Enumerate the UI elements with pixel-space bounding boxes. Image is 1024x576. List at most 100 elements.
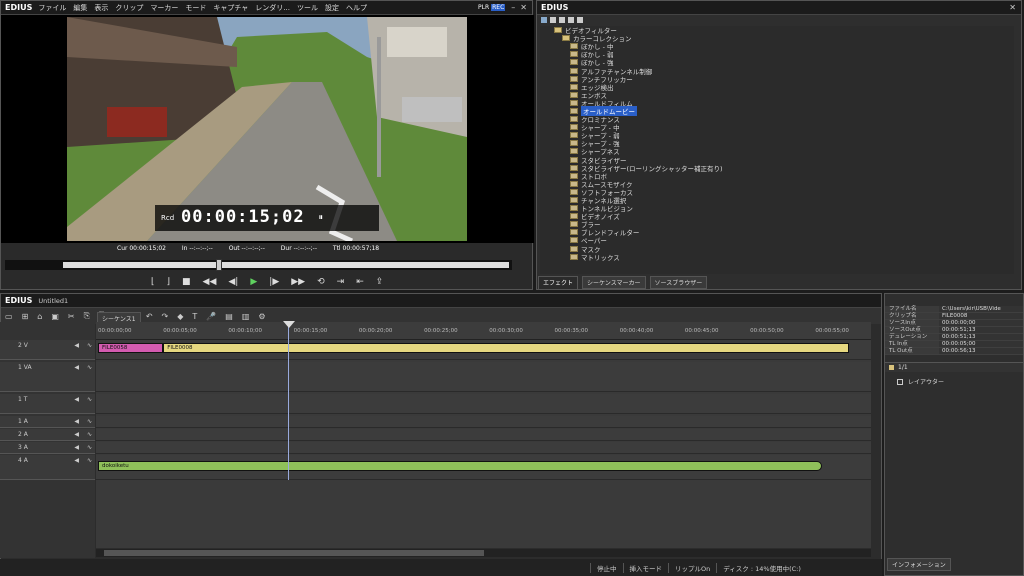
text-icon[interactable] [577,17,583,23]
time-ruler[interactable]: 00:00:00;00 00:00:05;00 00:00:10;00 00:00:1… [96,322,871,340]
speaker-icon[interactable]: ◀ [74,364,79,371]
waveform-icon[interactable]: ∿ [87,444,92,451]
redo-icon[interactable]: ↷ [162,312,169,321]
menu-item[interactable]: 表示 [94,4,108,12]
speaker-icon[interactable]: ◀ [74,418,79,425]
layout-item[interactable]: レイアウター [897,377,944,386]
waveform-icon[interactable]: ∿ [87,457,92,464]
waveform-icon[interactable]: ∿ [87,342,92,349]
mixer-icon[interactable]: ▥ [242,312,250,321]
effect-item[interactable]: マトリックス [540,253,1014,262]
menu-item[interactable]: クリップ [115,4,143,12]
speaker-icon[interactable]: ◀ [74,457,79,464]
step-back-icon[interactable]: ◀| [228,277,238,287]
set-in-icon[interactable]: ⌊ [151,277,155,287]
speaker-icon[interactable]: ◀ [74,444,79,451]
save-icon[interactable]: ▣ [51,312,59,321]
track-lane[interactable] [96,429,871,441]
track-lane[interactable] [96,442,871,454]
track-header[interactable]: 2 V ◀ ∿ [0,340,95,360]
track-lane[interactable] [96,416,871,428]
set-out-icon[interactable]: ⌋ [167,277,171,287]
settings-icon[interactable]: ⚙ [258,312,265,321]
effect-item[interactable]: ブレンドフィルター [540,228,1014,237]
effect-item[interactable]: ペーパー [540,236,1014,245]
overwrite-icon[interactable]: ⇤ [356,277,364,287]
waveform-icon[interactable]: ∿ [87,431,92,438]
effects-tab[interactable]: ソースブラウザー [649,276,708,289]
in-readout: In --:--:--;-- [181,245,213,252]
playhead-icon[interactable] [283,321,295,328]
scrub-bar[interactable] [5,259,512,271]
menu-item[interactable]: マーカー [150,4,178,12]
track-header[interactable]: 3 A ◀ ∿ [0,442,95,454]
insert-icon[interactable]: ⇥ [337,277,345,287]
menu-item[interactable]: モード [185,4,206,12]
menu-item[interactable]: 編集 [73,4,87,12]
close-icon[interactable]: ✕ [1009,3,1016,12]
effect-icon [570,164,578,171]
loop-icon[interactable]: ⟲ [317,277,325,287]
copy-icon[interactable]: ⎘ [84,311,90,321]
menu-item[interactable]: ツール [297,4,318,12]
menu-item[interactable]: ファイル [38,4,66,12]
stop-icon[interactable]: ■ [182,277,191,287]
speaker-icon[interactable]: ◀ [74,396,79,403]
track-header[interactable]: 2 A ◀ ∿ [0,429,95,441]
timeline-clip[interactable]: dokoiketu [98,461,822,471]
track-header[interactable]: 4 A ◀ ∿ [0,455,95,480]
menu-item[interactable]: 設定 [325,4,339,12]
track-header[interactable]: 1 T ◀ ∿ [0,394,95,414]
info-tab[interactable]: インフォメーション [887,558,951,571]
rec-label[interactable]: REC [491,4,506,11]
speaker-icon[interactable]: ◀ [74,342,79,349]
timeline-cursor[interactable] [288,322,289,480]
undo-icon[interactable]: ↶ [146,312,153,321]
effect-item[interactable]: ビデオノイズ [540,212,1014,221]
timeline-clip[interactable]: FILE0058 [98,343,164,353]
ruler-tick: 00:00:10;00 [228,328,262,334]
menu-item[interactable]: キャプチャ [213,4,248,12]
grid-icon[interactable] [559,17,565,23]
timeline-clip[interactable]: FILE0008 [163,343,850,353]
waveform-icon[interactable]: ∿ [87,396,92,403]
track-lane[interactable] [96,394,871,414]
menu-item[interactable]: ヘルプ [346,4,367,12]
timeline-scrollbar[interactable] [96,549,871,557]
track-header[interactable]: 1 A ◀ ∿ [0,416,95,428]
fast-forward-icon[interactable]: ▶▶ [291,277,305,287]
cut-icon[interactable]: ✂ [68,312,75,321]
minimize-icon[interactable]: – [511,3,515,12]
scrollbar-thumb[interactable] [104,550,484,556]
marker-icon[interactable]: ◆ [177,312,183,321]
rewind-icon[interactable]: ◀◀ [203,277,217,287]
mic-icon[interactable]: 🎤 [206,312,216,321]
waveform-icon[interactable]: ∿ [87,418,92,425]
detail-icon[interactable] [568,17,574,23]
speaker-icon[interactable]: ◀ [74,431,79,438]
render-icon[interactable]: ▤ [225,312,233,321]
title-icon[interactable]: T [192,312,197,321]
list-icon[interactable] [550,17,556,23]
waveform-icon[interactable]: ∿ [87,364,92,371]
export-icon[interactable]: ⇪ [376,277,384,287]
effects-tab[interactable]: エフェクト [538,276,579,289]
mode-icon[interactable]: ▭ [5,312,13,321]
scrub-track[interactable] [63,262,509,268]
play-icon[interactable]: ▶ [250,277,257,287]
open-icon[interactable]: ⌂ [37,312,42,321]
effect-item[interactable]: スタビライザー(ローリングシャッター補正有り) [540,164,1014,173]
close-icon[interactable]: ✕ [520,3,527,12]
effect-item[interactable]: エッジ検出 [540,83,1014,92]
track-header[interactable]: 1 VA ◀ ∿ [0,362,95,392]
plr-label[interactable]: PLR [478,4,489,11]
scrub-handle[interactable] [216,259,223,271]
effect-icon [570,253,578,260]
new-sequence-icon[interactable]: ⊞ [22,312,29,321]
view-icon[interactable] [541,17,547,23]
menu-item[interactable]: レンダリ... [255,4,290,12]
layout-checkbox[interactable] [897,378,903,385]
track-lane[interactable] [96,362,871,392]
step-forward-icon[interactable]: |▶ [269,277,279,287]
effects-tab[interactable]: シーケンスマーカー [582,276,646,289]
